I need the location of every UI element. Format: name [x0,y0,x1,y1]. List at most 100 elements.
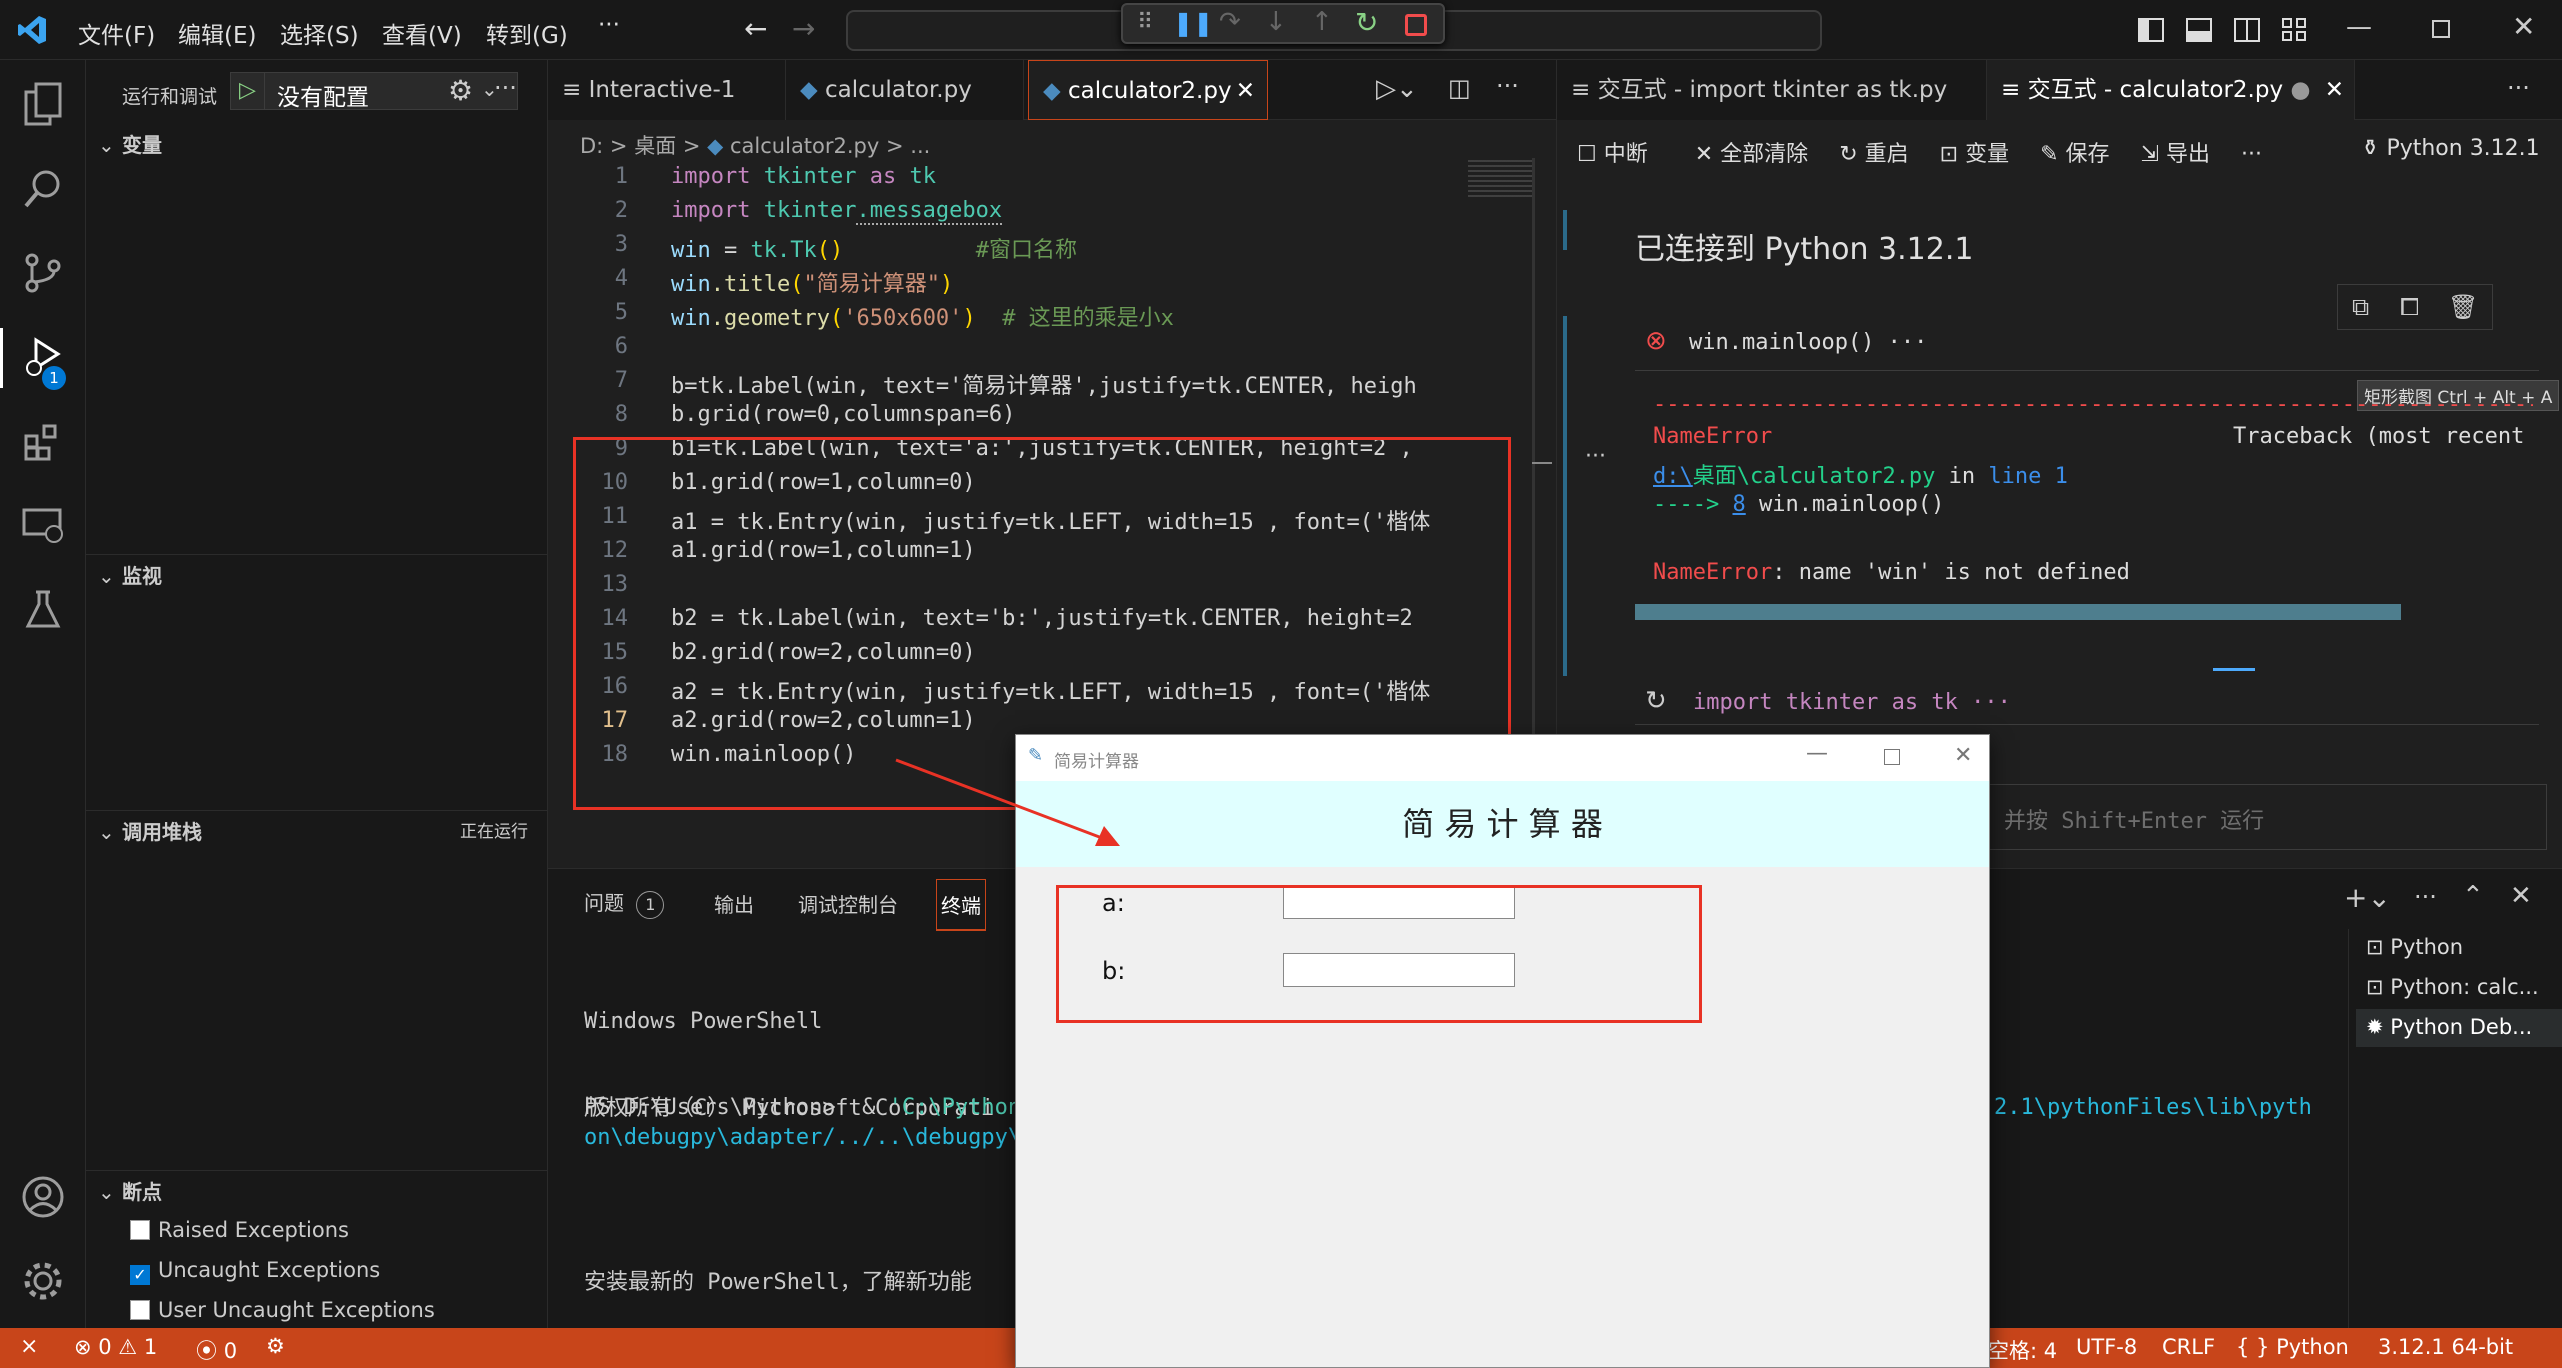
watch-section[interactable]: ⌄ 监视 [86,556,548,596]
kernel-picker[interactable]: ⚱ Python 3.12.1 [2361,136,2540,161]
cell-source-import[interactable]: import tkinter as tk ··· [1693,690,2011,715]
tk-maximize-icon[interactable] [1884,749,1900,765]
problems-status[interactable]: ⊗ 0 ⚠ 1 [74,1335,157,1359]
breadcrumb-item[interactable]: calculator2.py [730,134,879,158]
step-over-icon[interactable]: ↷ [1219,7,1241,37]
tab-debug-console[interactable]: 调试控制台 [798,889,898,918]
checkbox-checked-icon[interactable]: ✓ [130,1265,150,1285]
run-python-icon[interactable]: ▷⌄ [1376,74,1418,104]
tab-calculator[interactable]: ◆ calculator.py [786,60,1024,120]
encoding-status[interactable]: UTF-8 [2076,1335,2137,1359]
restart-button[interactable]: ↻ 重启 [1839,142,1908,167]
save-button[interactable]: ✎ 保存 [2040,142,2109,167]
menu-selection[interactable]: 选择(S) [280,16,359,50]
breakpoints-section[interactable]: ⌄ 断点 [86,1172,548,1212]
debug-status-icon[interactable]: ⚙ [266,1334,285,1358]
cell-source[interactable]: win.mainloop() ··· [1689,330,1927,355]
close-window-icon[interactable]: ✕ [2512,10,2535,43]
clear-all-button[interactable]: ✕ 全部清除 [1695,142,1808,167]
line-link[interactable]: line 1 [1988,464,2067,489]
settings-gear-icon[interactable] [18,1256,68,1306]
toggle-sidebar-icon[interactable] [2138,18,2164,42]
language-status[interactable]: { } Python [2236,1335,2349,1359]
eol-status[interactable]: CRLF [2162,1335,2215,1359]
customize-layout-icon[interactable] [2282,18,2308,42]
tab-calculator2[interactable]: ◆ calculator2.py ✕ [1028,60,1268,120]
copy-icon[interactable]: ⧉ [2352,293,2369,321]
breakpoint-user-uncaught[interactable]: User Uncaught Exceptions [130,1298,435,1322]
menu-more[interactable]: ··· [598,12,620,38]
terminal-item-python-calc[interactable]: ⊡ Python: calc... [2366,975,2539,999]
minimize-icon[interactable]: — [2346,12,2372,42]
callstack-section[interactable]: ⌄ 调用堆栈 正在运行 [86,812,548,852]
step-out-icon[interactable]: ↑ [1311,7,1333,37]
variables-section[interactable]: ⌄ 变量 [86,125,548,165]
save-output-icon[interactable]: ⧠ [2400,293,2419,321]
gear-icon[interactable]: ⚙ [448,74,473,107]
remote-icon[interactable]: ⨯ [20,1334,38,1359]
breakpoint-raised[interactable]: Raised Exceptions [130,1218,349,1242]
tab-problems[interactable]: 问题 1 [584,887,665,919]
breadcrumb-item[interactable]: ... [910,134,930,158]
tk-close-icon[interactable]: ✕ [1954,743,1972,768]
checkbox-unchecked[interactable] [130,1300,150,1320]
close-tab-icon[interactable]: ✕ [1236,61,1255,121]
explorer-icon[interactable] [18,80,68,130]
tab-terminal[interactable]: 终端 [936,879,986,931]
export-button[interactable]: ⇲ 导出 [2141,142,2210,167]
cell-more-icon[interactable]: ··· [1585,444,1606,469]
sidebar-more-icon[interactable]: ··· [494,74,517,102]
close-panel-icon[interactable]: ✕ [2510,881,2532,911]
breadcrumb-item[interactable]: D: [580,134,603,158]
step-into-icon[interactable]: ↓ [1265,7,1287,37]
debug-config-select[interactable]: ▷ 没有配置 ⌄ [230,72,518,111]
start-debug-icon[interactable]: ▷ [231,73,265,109]
restart-icon[interactable]: ↻ [1355,6,1378,39]
output-scrollbar[interactable] [1635,604,2401,620]
menu-edit[interactable]: 编辑(E) [178,16,256,50]
panel-more-icon[interactable]: ··· [2507,74,2530,102]
panel-more-icon[interactable]: ··· [2414,883,2437,911]
file-path[interactable]: 桌面\calculator2.py [1693,464,1936,489]
tab-interactive-import[interactable]: ≡ 交互式 - import tkinter as tk.py [1557,60,1987,120]
variables-button[interactable]: ⊡ 变量 [1940,142,2009,167]
tk-minimize-icon[interactable]: — [1806,741,1828,766]
pause-icon[interactable]: ❚❚ [1173,9,1213,37]
close-tab-icon[interactable]: ✕ [2325,60,2344,120]
search-icon[interactable] [18,164,68,214]
interrupt-button[interactable]: ☐ 中断 [1577,142,1648,167]
breadcrumb-item[interactable]: 桌面 [634,134,676,158]
toggle-secondary-sidebar-icon[interactable] [2234,18,2260,42]
interpreter-status[interactable]: 3.12.1 64-bit [2378,1335,2513,1359]
indentation-status[interactable]: 空格: 4 [1988,1335,2057,1365]
testing-icon[interactable] [18,584,68,634]
tk-titlebar[interactable]: ✎ 简易计算器 — ✕ [1016,735,1989,781]
new-terminal-icon[interactable]: +⌄ [2344,881,2391,914]
menu-go[interactable]: 转到(G) [486,16,568,50]
menu-file[interactable]: 文件(F) [78,16,155,50]
line-number-link[interactable]: 8 [1732,492,1745,517]
toggle-panel-icon[interactable] [2186,18,2212,42]
minimap[interactable] [1468,160,1532,200]
terminal-output[interactable]: Windows PowerShell 版权所有（C） Microsoft Cor… [584,949,994,1355]
remote-explorer-icon[interactable] [18,500,68,550]
file-link[interactable]: d:\ [1653,464,1693,489]
toolbar-more-icon[interactable]: ··· [2241,142,2262,167]
checkbox-unchecked[interactable] [130,1220,150,1240]
source-control-icon[interactable] [18,248,68,298]
stop-icon[interactable] [1405,14,1427,36]
tab-interactive-calculator2[interactable]: ≡ 交互式 - calculator2.py ● ✕ [1987,60,2355,120]
extensions-icon[interactable] [18,416,68,466]
account-icon[interactable] [18,1172,68,1222]
editor-more-icon[interactable]: ··· [1496,72,1519,100]
tab-interactive-1[interactable]: ≡ Interactive-1 [548,60,786,120]
menu-view[interactable]: 查看(V) [382,16,462,50]
back-arrow-icon[interactable]: ← [744,12,767,45]
tab-output[interactable]: 输出 [714,889,754,918]
terminal-item-python-debug[interactable]: ✹ Python Deb... [2356,1009,2562,1047]
forward-arrow-icon[interactable]: → [792,12,815,45]
maximize-icon[interactable] [2432,20,2450,38]
ports-status[interactable]: ⦿ 0 [196,1335,237,1365]
trash-icon[interactable]: 🗑 [2448,293,2478,321]
maximize-panel-icon[interactable]: ⌃ [2462,881,2484,911]
